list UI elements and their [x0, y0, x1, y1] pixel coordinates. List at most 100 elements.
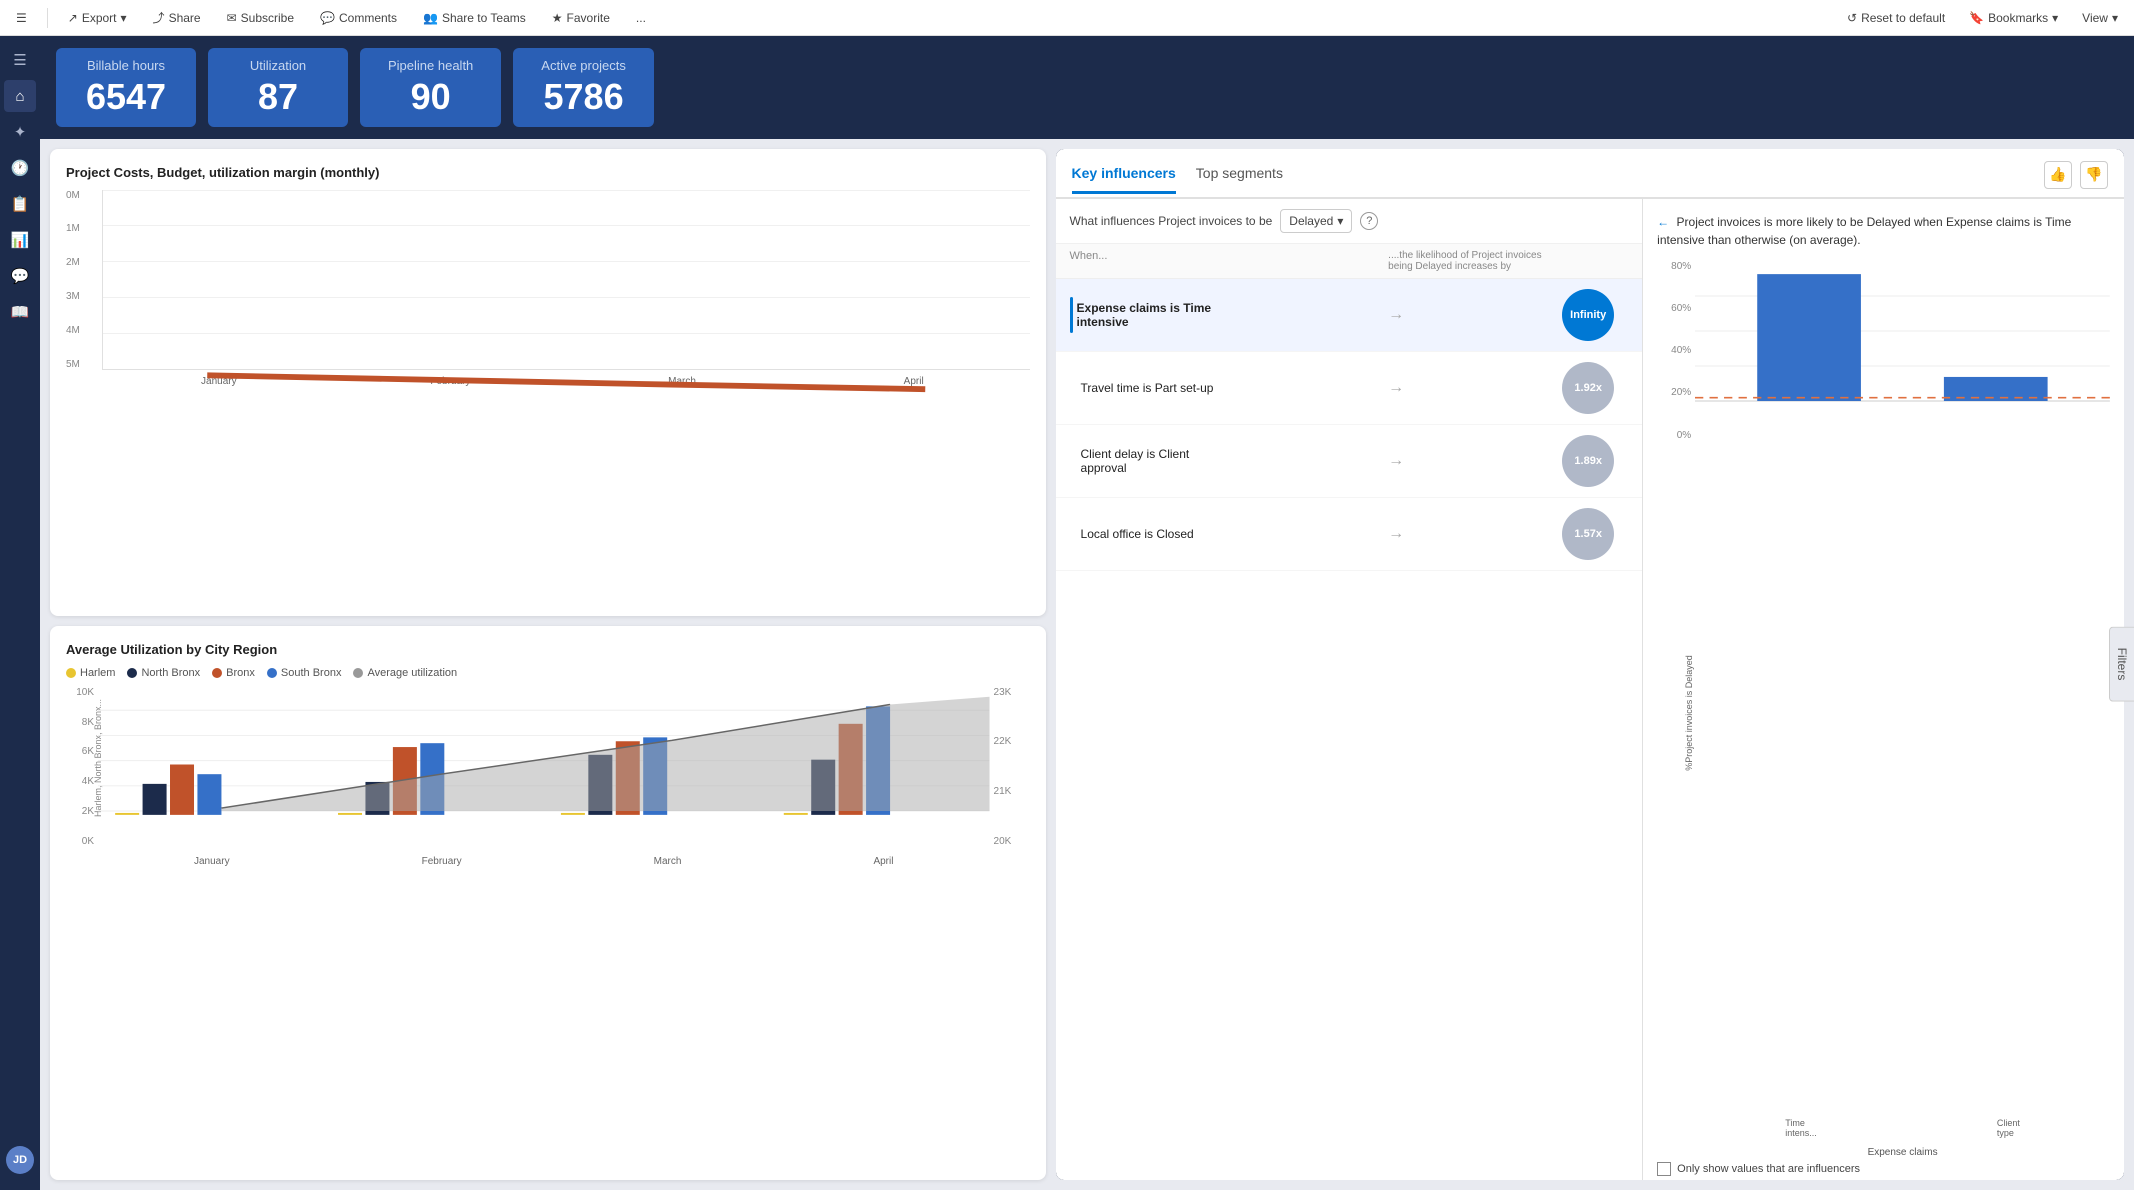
reset-icon: ↺: [1847, 11, 1857, 25]
ki-row-3[interactable]: Local office is Closed → 1.57x: [1056, 498, 1643, 571]
kpi-value-billable: 6547: [84, 77, 168, 117]
kpi-value-projects: 5786: [541, 77, 626, 117]
thumbs-up-button[interactable]: 👍: [2044, 161, 2072, 189]
kpi-card-billable[interactable]: Billable hours 6547: [56, 48, 196, 127]
sidebar-item-recent[interactable]: 🕐: [4, 152, 36, 184]
legend-label-southbronx: South Bronx: [281, 667, 342, 679]
legend-avgutil: Average utilization: [353, 667, 457, 679]
sidebar-item-apps[interactable]: 📋: [4, 188, 36, 220]
star-icon: ★: [552, 11, 563, 25]
kpi-label-utilization: Utilization: [236, 58, 320, 73]
filters-handle[interactable]: Filters: [2109, 627, 2134, 702]
bookmark-icon: 🔖: [1969, 11, 1984, 25]
ki-y-80: 80%: [1657, 261, 1691, 272]
ki-row-1-col2: →: [1388, 379, 1548, 397]
ki-bubble-3: 1.57x: [1562, 508, 1614, 560]
right-panel: Key influencers Top segments 👍 👎 What in: [1056, 149, 2124, 1180]
util-x-feb: February: [422, 856, 462, 867]
sidebar-item-favorites[interactable]: ✦: [4, 116, 36, 148]
teams-icon: 👥: [423, 11, 438, 25]
monthly-y-labels: 5M 4M 3M 2M 1M 0M: [66, 190, 98, 370]
sidebar-item-menu[interactable]: ☰: [4, 44, 36, 76]
bookmarks-button[interactable]: 🔖 Bookmarks ▾: [1963, 7, 2064, 29]
user-avatar[interactable]: JD: [6, 1146, 34, 1174]
ki-detail-chart-svg: [1695, 261, 2110, 436]
kpi-label-pipeline: Pipeline health: [388, 58, 473, 73]
util-yr-21: 21K: [994, 786, 1030, 797]
sidebar-item-home[interactable]: ⌂: [4, 80, 36, 112]
ki-x-axis-title: Expense claims: [1695, 1147, 2110, 1158]
ki-filter-text: What influences Project invoices to be: [1070, 214, 1273, 228]
main-layout: ☰ ⌂ ✦ 🕐 📋 📊 💬 📖 JD Billable hours 6547 U…: [0, 36, 2134, 1190]
menu-button[interactable]: ☰: [10, 7, 33, 29]
tab-top-segments[interactable]: Top segments: [1196, 165, 1283, 194]
legend-northbronx: North Bronx: [127, 667, 200, 679]
ki-y-40: 40%: [1657, 345, 1691, 356]
favorite-button[interactable]: ★ Favorite: [546, 7, 616, 29]
ki-x-label-client: Clienttype: [1997, 1118, 2020, 1138]
ki-filter-dropdown[interactable]: Delayed ▾: [1280, 209, 1352, 233]
kpi-card-projects[interactable]: Active projects 5786: [513, 48, 654, 127]
ki-bubble-2: 1.89x: [1562, 435, 1614, 487]
util-y-4: 4K: [66, 776, 94, 787]
ki-row-2-bubble-col: 1.89x: [1548, 435, 1628, 487]
util-y-labels: 0K 2K 4K 6K 8K 10K: [66, 687, 96, 847]
ki-help-button[interactable]: ?: [1360, 212, 1378, 230]
ki-col3-header: [1548, 250, 1628, 272]
toolbar-left: ☰ ↗ Export ▾ ⤴ Share ✉ Subscribe 💬 Comme…: [10, 5, 1825, 30]
thumbs-down-button[interactable]: 👎: [2080, 161, 2108, 189]
comments-button[interactable]: 💬 Comments: [314, 7, 403, 29]
ki-row-1-label: Travel time is Part set-up: [1081, 381, 1389, 395]
ki-y-axis-title: %Project invoices is Delayed: [1684, 653, 1694, 773]
y-label: 3M: [66, 291, 98, 302]
y-label: 4M: [66, 325, 98, 336]
bar-label-feb: February: [430, 376, 470, 387]
more-button[interactable]: ...: [630, 7, 652, 29]
toolbar-separator-1: [47, 8, 48, 28]
sidebar-item-explore[interactable]: 📊: [4, 224, 36, 256]
ki-y-0: 0%: [1657, 430, 1691, 441]
left-panels: Project Costs, Budget, utilization margi…: [50, 149, 1046, 1180]
ki-row-0-text: Expense claims is Timeintensive: [1077, 301, 1212, 329]
reset-button[interactable]: ↺ Reset to default: [1841, 7, 1951, 29]
util-y-2: 2K: [66, 806, 94, 817]
ki-row-0[interactable]: Expense claims is Timeintensive → Infini…: [1056, 279, 1643, 352]
dashboard-body: Project Costs, Budget, utilization margi…: [40, 139, 2134, 1190]
ki-arrow-1: →: [1388, 379, 1404, 397]
export-button[interactable]: ↗ Export ▾: [62, 7, 133, 29]
ki-filter-row: What influences Project invoices to be D…: [1056, 199, 1643, 244]
share-teams-button[interactable]: 👥 Share to Teams: [417, 7, 532, 29]
kpi-value-pipeline: 90: [388, 77, 473, 117]
utilization-chart-panel: Average Utilization by City Region Harle…: [50, 626, 1046, 1180]
tab-key-influencers[interactable]: Key influencers: [1072, 165, 1176, 194]
subscribe-button[interactable]: ✉ Subscribe: [221, 7, 300, 29]
kpi-card-pipeline[interactable]: Pipeline health 90: [360, 48, 501, 127]
trend-line-svg: [103, 190, 1029, 561]
content-area: Billable hours 6547 Utilization 87 Pipel…: [40, 36, 2134, 1190]
ki-detail-description: Project invoices is more likely to be De…: [1657, 215, 2071, 247]
util-y-right-labels: 20K 21K 22K 23K: [994, 687, 1030, 847]
legend-dot-avgutil: [353, 668, 363, 678]
bar-label-jan: January: [201, 376, 237, 387]
ki-row-1[interactable]: Travel time is Part set-up → 1.92x: [1056, 352, 1643, 425]
share-button[interactable]: ⤴ Share: [147, 5, 207, 30]
ki-arrow-3: →: [1388, 525, 1404, 543]
toolbar: ☰ ↗ Export ▾ ⤴ Share ✉ Subscribe 💬 Comme…: [0, 0, 2134, 36]
hamburger-icon: ☰: [16, 11, 27, 25]
legend-dot-harlem: [66, 668, 76, 678]
y-label: 5M: [66, 359, 98, 370]
util-chart-svg: [98, 687, 990, 842]
view-button[interactable]: View ▾: [2076, 7, 2124, 29]
ki-tab-actions: 👍 👎: [2044, 161, 2108, 197]
sidebar-item-chat[interactable]: 💬: [4, 260, 36, 292]
monthly-chart-area: 5M 4M 3M 2M 1M 0M: [66, 190, 1030, 390]
ki-row-0-label: Expense claims is Timeintensive: [1077, 301, 1389, 329]
sidebar-item-learn[interactable]: 📖: [4, 296, 36, 328]
kpi-card-utilization[interactable]: Utilization 87: [208, 48, 348, 127]
monthly-bars: January February: [102, 190, 1030, 370]
export-icon: ↗: [68, 11, 78, 25]
ki-legend-checkbox[interactable]: [1657, 1162, 1671, 1176]
bookmarks-chevron-icon: ▾: [2052, 11, 2058, 25]
kpi-value-utilization: 87: [236, 77, 320, 117]
ki-row-2[interactable]: Client delay is Clientapproval → 1.89x: [1056, 425, 1643, 498]
